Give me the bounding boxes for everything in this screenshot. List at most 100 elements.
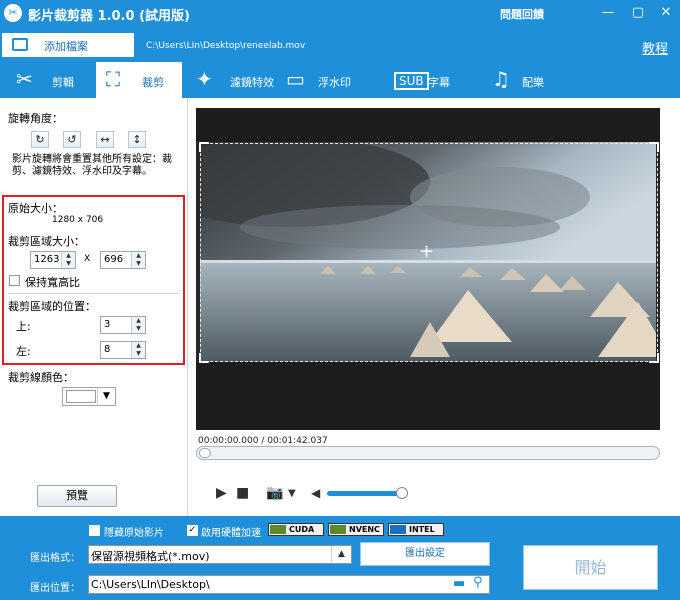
crop-handle-bottom-right[interactable]	[649, 353, 659, 363]
window-title: 影片裁剪器 1.0.0 (試用版)	[28, 9, 190, 24]
crop-size-label: 裁剪區域大小：	[8, 235, 85, 248]
original-size-label: 原始大小：	[8, 202, 63, 215]
crop-top-stepper[interactable]: 3 ▲ ▼	[100, 316, 146, 334]
crop-handle-bottom-left[interactable]	[199, 353, 209, 363]
format-select[interactable]: 保留源視頻格式(*.mov) ▲	[88, 545, 352, 564]
export-location-input[interactable]: C:\Users\LIn\Desktop\ ▬ ⚲	[88, 575, 490, 594]
line-color-picker[interactable]: ▼	[62, 387, 116, 406]
keep-ratio-checkbox[interactable]	[9, 275, 20, 286]
crop-height-stepper[interactable]: 696 ▲ ▼	[100, 251, 146, 269]
volume-slider[interactable]	[327, 491, 405, 496]
nvidia-icon	[270, 525, 286, 534]
keep-ratio-label: 保持寬高比	[25, 276, 80, 289]
tab-clip-label: 剪輯	[52, 76, 74, 89]
feedback-link[interactable]: 問題回饋	[500, 6, 544, 22]
camera-icon[interactable]: 📷	[266, 485, 283, 501]
crop-left-value: 8	[104, 344, 111, 355]
magic-wand-icon: ✦	[196, 67, 213, 91]
line-color-label: 裁剪線顏色：	[8, 371, 74, 384]
letterbox-bottom	[196, 362, 660, 430]
crop-position-label: 裁剪區域的位置：	[8, 300, 96, 313]
format-label: 匯出格式：	[30, 553, 80, 564]
play-icon[interactable]: ▶	[216, 485, 227, 501]
tab-crop-label: 裁剪	[142, 76, 164, 89]
stop-icon[interactable]: ■	[236, 485, 249, 501]
hide-original-label: 隱藏原始影片	[104, 528, 164, 539]
folder-icon[interactable]: ▬	[453, 576, 465, 591]
tab-music-label: 配樂	[522, 76, 544, 89]
crop-left-stepper[interactable]: 8 ▲ ▼	[100, 341, 146, 359]
file-path: C:\Users\LIn\Desktop\reneelab.mov	[146, 41, 306, 51]
intel-label: INTEL	[409, 525, 435, 534]
flip-horizontal-icon[interactable]: ↔	[96, 131, 114, 148]
music-note-icon: ♫	[492, 67, 510, 91]
rotate-label: 旋轉角度：	[8, 112, 63, 125]
stepper-arrows-icon[interactable]: ▲ ▼	[131, 317, 145, 333]
times-sign: X	[84, 254, 91, 264]
crop-height-value: 696	[104, 254, 124, 265]
left-label: 左:	[16, 345, 31, 358]
intel-icon	[390, 525, 406, 534]
chevron-up-icon[interactable]: ▲	[331, 546, 351, 563]
rotate-clockwise-icon[interactable]: ↻	[31, 131, 49, 148]
cuda-badge: CUDA	[268, 523, 324, 536]
chevron-down-icon[interactable]: ▼	[288, 488, 296, 499]
timeline-slider[interactable]	[196, 446, 660, 460]
tab-clip[interactable]: ✂ 剪輯	[0, 62, 94, 98]
top-label: 上:	[16, 320, 31, 333]
volume-icon[interactable]: ◀	[311, 486, 320, 500]
timecode: 00:00:00.000 / 00:01:42.037	[198, 436, 328, 446]
crop-width-value: 1263	[34, 254, 60, 265]
stepper-arrows-icon[interactable]: ▲ ▼	[131, 342, 145, 358]
tutorial-link[interactable]: 教程	[642, 38, 668, 57]
minimize-icon[interactable]: —	[596, 3, 620, 23]
chevron-down-icon[interactable]: ▼	[97, 388, 115, 405]
tab-music[interactable]: ♫ 配樂	[490, 62, 570, 98]
restore-icon[interactable]: ▢	[626, 3, 650, 23]
close-icon[interactable]: ✕	[654, 3, 678, 23]
rotate-counterclockwise-icon[interactable]: ↺	[63, 131, 81, 148]
export-settings-button[interactable]: 匯出設定	[360, 542, 490, 566]
rotate-note: 影片旋轉將會重置其他所有設定：裁剪、濾鏡特效、浮水印及字幕。	[12, 154, 172, 177]
nvenc-label: NVENC	[349, 525, 380, 534]
tab-watermark[interactable]: ▭ 浮水印	[286, 62, 386, 98]
format-value: 保留源視頻格式(*.mov)	[91, 550, 210, 563]
flip-vertical-icon[interactable]: ↕	[128, 131, 146, 148]
search-icon[interactable]: ⚲	[473, 575, 483, 590]
crop-top-value: 3	[104, 319, 111, 330]
crop-handle-top-left[interactable]	[199, 142, 209, 152]
original-size-value: 1280 x 706	[52, 215, 104, 225]
intel-badge: INTEL	[388, 523, 444, 536]
subtitle-icon: SUB	[394, 72, 429, 90]
divider	[8, 293, 178, 294]
tab-subtitle[interactable]: SUB 字幕	[390, 62, 476, 98]
volume-handle[interactable]	[396, 487, 408, 499]
tab-watermark-label: 浮水印	[318, 76, 351, 89]
hide-original-checkbox[interactable]	[89, 525, 100, 536]
add-file-button[interactable]: 添加檔案	[2, 33, 134, 57]
nvidia-icon	[330, 525, 346, 534]
watermark-icon: ▭	[286, 67, 305, 91]
tab-filter-label: 濾鏡特效	[230, 76, 274, 89]
cuda-label: CUDA	[289, 525, 315, 534]
crop-icon: ⛶	[106, 67, 120, 91]
scissors-icon: ✂	[16, 67, 33, 91]
crop-handle-top-right[interactable]	[649, 142, 659, 152]
tab-filter[interactable]: ✦ 濾鏡特效	[192, 62, 292, 98]
start-button[interactable]: 開始	[523, 545, 658, 590]
stepper-arrows-icon[interactable]: ▲ ▼	[61, 252, 75, 268]
crop-width-stepper[interactable]: 1263 ▲ ▼	[30, 251, 76, 269]
preview-button[interactable]: 預覽	[37, 485, 117, 507]
hw-accel-checkbox[interactable]: ✓	[187, 525, 198, 536]
stepper-arrows-icon[interactable]: ▲ ▼	[131, 252, 145, 268]
tab-subtitle-label: 字幕	[428, 76, 450, 89]
add-file-label: 添加檔案	[44, 40, 88, 53]
scissors-icon: ✂	[4, 4, 22, 22]
color-swatch	[66, 390, 96, 403]
location-value: C:\Users\LIn\Desktop\	[91, 578, 210, 591]
timeline-handle[interactable]	[199, 448, 211, 458]
tab-crop[interactable]: ⛶ 裁剪	[96, 62, 182, 98]
location-label: 匯出位置：	[30, 583, 80, 594]
crosshair-icon: +	[419, 241, 435, 262]
add-file-icon	[12, 38, 28, 51]
